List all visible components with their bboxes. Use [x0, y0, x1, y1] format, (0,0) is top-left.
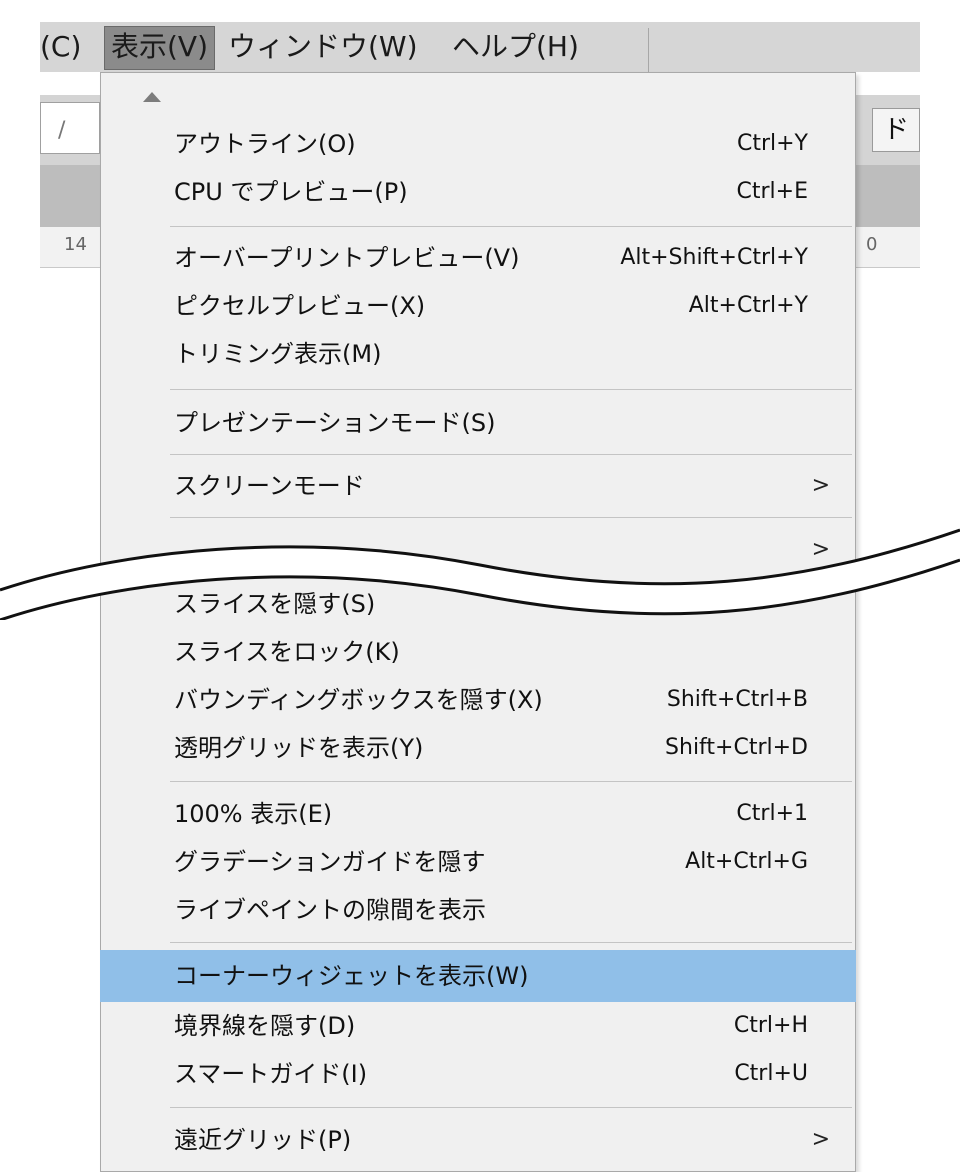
- menu-separator: [170, 226, 852, 227]
- menu-item-shortcut: Ctrl+Y: [736, 131, 808, 156]
- menu-item-perspective-grid[interactable]: 遠近グリッド(P) >: [100, 1114, 856, 1166]
- menu-item-shortcut: Alt+Ctrl+G: [685, 849, 808, 874]
- menu-item-label: アウトライン(O): [174, 130, 356, 158]
- menubar-divider: [648, 28, 649, 72]
- menu-separator: [170, 454, 852, 455]
- menu-item-label: 100% 表示(E): [174, 800, 333, 828]
- menu-item-shortcut: Ctrl+E: [736, 179, 808, 204]
- menu-item-label: スクリーンモード: [174, 472, 365, 500]
- menu-item-hide-slices[interactable]: スライスを隠す(S): [100, 578, 856, 630]
- menu-item-label: コーナーウィジェットを表示(W): [174, 962, 529, 990]
- menu-item-shortcut: Alt+Ctrl+Y: [688, 293, 808, 318]
- menu-item-actual-size[interactable]: 100% 表示(E) Ctrl+1: [100, 788, 856, 840]
- menu-item-show-transparency-grid[interactable]: 透明グリッドを表示(Y) Shift+Ctrl+D: [100, 722, 856, 774]
- menu-separator: [170, 781, 852, 782]
- menu-separator: [170, 1107, 852, 1108]
- menu-item-cpu-preview[interactable]: CPU でプレビュー(P) Ctrl+E: [100, 166, 856, 218]
- menu-item-label: オーバープリントプレビュー(V): [174, 244, 520, 272]
- menubar-item-edit[interactable]: (C): [40, 22, 81, 72]
- menu-item-label: バウンディングボックスを隠す(X): [174, 686, 543, 714]
- menu-item-shortcut: Ctrl+U: [734, 1061, 808, 1086]
- menu-item-show-corner-widget[interactable]: コーナーウィジェットを表示(W): [100, 950, 856, 1002]
- menu-item-label: ライブペイントの隙間を表示: [174, 896, 486, 924]
- menubar-item-help[interactable]: ヘルプ(H): [452, 22, 579, 72]
- menubar-item-view[interactable]: 表示(V): [104, 26, 216, 70]
- menu-item-label: 遠近グリッド(P): [174, 1126, 352, 1154]
- menu-item-label: スマートガイド(I): [174, 1060, 368, 1088]
- menu-item-label: スライスを隠す(S): [174, 590, 376, 618]
- menu-item-presentation-mode[interactable]: プレゼンテーションモード(S): [100, 397, 856, 449]
- menu-item-trim-view[interactable]: トリミング表示(M): [100, 328, 856, 380]
- menubar: (C) 表示(V) ウィンドウ(W) ヘルプ(H): [40, 22, 920, 72]
- menu-item-shortcut: Shift+Ctrl+D: [665, 735, 808, 760]
- menu-item-label: ピクセルプレビュー(X): [174, 292, 426, 320]
- submenu-arrow-icon: >: [811, 1127, 830, 1152]
- menu-item-label: プレゼンテーションモード(S): [174, 409, 496, 437]
- menu-item-label: グラデーションガイドを隠す: [174, 848, 486, 876]
- stroke-field[interactable]: [40, 102, 100, 154]
- menu-item-hide-bounding-box[interactable]: バウンディングボックスを隠す(X) Shift+Ctrl+B: [100, 674, 856, 726]
- menu-item-lock-slices[interactable]: スライスをロック(K): [100, 626, 856, 678]
- menu-item-pixel-preview[interactable]: ピクセルプレビュー(X) Alt+Ctrl+Y: [100, 280, 856, 332]
- menu-item-label: 透明グリッドを表示(Y): [174, 734, 424, 762]
- menu-item-screen-mode[interactable]: スクリーンモード >: [100, 460, 856, 512]
- document-setup-label: ド: [883, 115, 910, 145]
- stroke-slash-icon: /: [58, 118, 66, 143]
- menu-item-label: CPU でプレビュー(P): [174, 178, 408, 206]
- menu-separator: [170, 942, 852, 943]
- submenu-arrow-icon: >: [811, 473, 830, 498]
- scroll-up-arrow-icon[interactable]: [143, 92, 161, 102]
- menu-item-shortcut: Ctrl+H: [733, 1013, 808, 1038]
- ruler-tick-label: 0: [866, 234, 878, 255]
- menu-separator: [170, 389, 852, 390]
- menu-item-outline[interactable]: アウトライン(O) Ctrl+Y: [100, 118, 856, 170]
- menu-item-shortcut: Shift+Ctrl+B: [666, 687, 808, 712]
- menu-item-hide-edges[interactable]: 境界線を隠す(D) Ctrl+H: [100, 1000, 856, 1052]
- menubar-item-window[interactable]: ウィンドウ(W): [228, 22, 418, 72]
- menu-item-smart-guides[interactable]: スマートガイド(I) Ctrl+U: [100, 1048, 856, 1100]
- menu-item-label: 境界線を隠す(D): [174, 1012, 356, 1040]
- menu-item-label: スライスをロック(K): [174, 638, 400, 666]
- menu-item-overprint-preview[interactable]: オーバープリントプレビュー(V) Alt+Shift+Ctrl+Y: [100, 232, 856, 284]
- menu-item-shortcut: Alt+Shift+Ctrl+Y: [620, 245, 808, 270]
- ruler-tick-label: 14: [64, 234, 87, 255]
- menu-item-hide-gradient-annotator[interactable]: グラデーションガイドを隠す Alt+Ctrl+G: [100, 836, 856, 888]
- menu-item-show-live-paint-gaps[interactable]: ライブペイントの隙間を表示: [100, 884, 856, 936]
- document-setup-button[interactable]: ド: [872, 108, 920, 152]
- menu-item-label: トリミング表示(M): [174, 340, 382, 368]
- menu-item-shortcut: Ctrl+1: [736, 801, 808, 826]
